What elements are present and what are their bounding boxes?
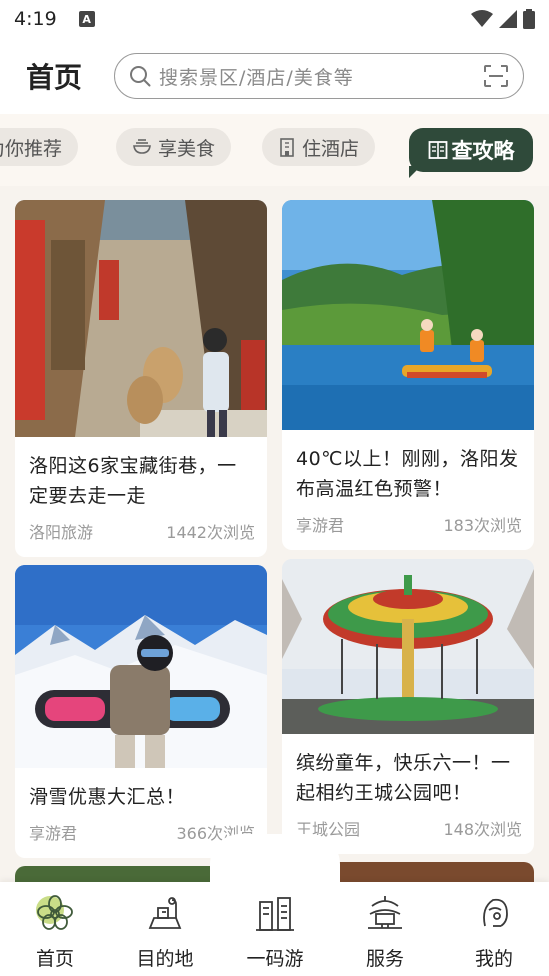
profile-icon	[471, 892, 517, 940]
destination-icon	[142, 892, 188, 940]
guide-book-icon	[428, 140, 448, 160]
nav-label: 首页	[35, 948, 74, 970]
tab-recommend[interactable]: 为你推荐	[0, 128, 79, 166]
article-card[interactable]: 40℃以上！刚刚，洛阳发布高温红色预警！ 享游君 183次浏览	[282, 200, 534, 550]
service-pagoda-icon	[362, 892, 408, 940]
page-title: 首页	[26, 61, 83, 94]
old-street-photo	[15, 200, 267, 437]
bowl-icon	[132, 138, 152, 156]
nav-label: 目的地	[136, 948, 194, 970]
tab-label: 享美食	[158, 137, 216, 160]
article-feed: 洛阳这6家宝藏街巷，一定要去走一走 洛阳旅游 1442次浏览 40℃以上！刚刚，…	[0, 186, 549, 886]
tab-food[interactable]: 享美食	[116, 128, 232, 166]
article-title: 缤纷童年，快乐六一！一起相约王城公园吧！	[296, 752, 511, 804]
nav-profile[interactable]: 我的	[444, 892, 544, 971]
article-views: 1442次浏览	[166, 523, 255, 542]
signal-icon	[499, 10, 517, 28]
tab-active-indicator	[409, 166, 421, 178]
nav-label: 服务	[365, 948, 404, 970]
nav-one-code-tour[interactable]: 一码游	[225, 892, 325, 971]
search-icon	[130, 66, 151, 87]
carousel-photo	[282, 559, 534, 734]
header: 首页 搜索景区/酒店/美食等	[0, 38, 549, 114]
article-card[interactable]: 滑雪优惠大汇总！ 享游君 366次浏览	[15, 565, 267, 858]
status-bar: 4:19 A	[0, 0, 549, 38]
one-code-tour-icon	[252, 892, 298, 940]
nav-label: 我的	[474, 948, 513, 970]
nav-home[interactable]: 首页	[5, 892, 105, 971]
notification-a-icon: A	[78, 11, 95, 27]
search-input[interactable]: 搜索景区/酒店/美食等	[114, 53, 524, 99]
hotel-icon	[278, 137, 296, 157]
tab-hotel[interactable]: 住酒店	[262, 128, 376, 166]
status-time: 4:19	[14, 8, 57, 30]
tab-label: 查攻略	[451, 139, 515, 163]
nav-label: 一码游	[246, 948, 304, 970]
article-author: 洛阳旅游	[29, 523, 94, 542]
search-placeholder: 搜索景区/酒店/美食等	[159, 66, 354, 89]
nav-destination[interactable]: 目的地	[115, 892, 215, 971]
scan-icon[interactable]	[483, 64, 509, 88]
battery-icon	[523, 9, 535, 29]
status-icons	[471, 9, 535, 29]
bottom-nav-center-bump	[210, 834, 340, 894]
article-card[interactable]: 洛阳这6家宝藏街巷，一定要去走一走 洛阳旅游 1442次浏览	[15, 200, 267, 557]
article-author: 享游君	[29, 824, 78, 843]
home-flower-icon	[32, 892, 78, 940]
river-rafting-photo	[282, 200, 534, 430]
tab-label: 为你推荐	[0, 137, 63, 160]
tab-guide[interactable]: 查攻略	[409, 128, 533, 172]
tab-label: 住酒店	[302, 137, 360, 160]
article-title: 洛阳这6家宝藏街巷，一定要去走一走	[29, 455, 237, 507]
article-card[interactable]: 缤纷童年，快乐六一！一起相约王城公园吧！ 王城公园 148次浏览	[282, 559, 534, 854]
article-views: 148次浏览	[443, 820, 522, 839]
nav-service[interactable]: 服务	[335, 892, 435, 971]
article-views: 183次浏览	[443, 516, 522, 535]
article-title: 40℃以上！刚刚，洛阳发布高温红色预警！	[296, 448, 519, 500]
wifi-icon	[471, 10, 493, 27]
article-title: 滑雪优惠大汇总！	[29, 786, 186, 808]
article-author: 享游君	[296, 516, 345, 535]
skiing-photo	[15, 565, 267, 768]
